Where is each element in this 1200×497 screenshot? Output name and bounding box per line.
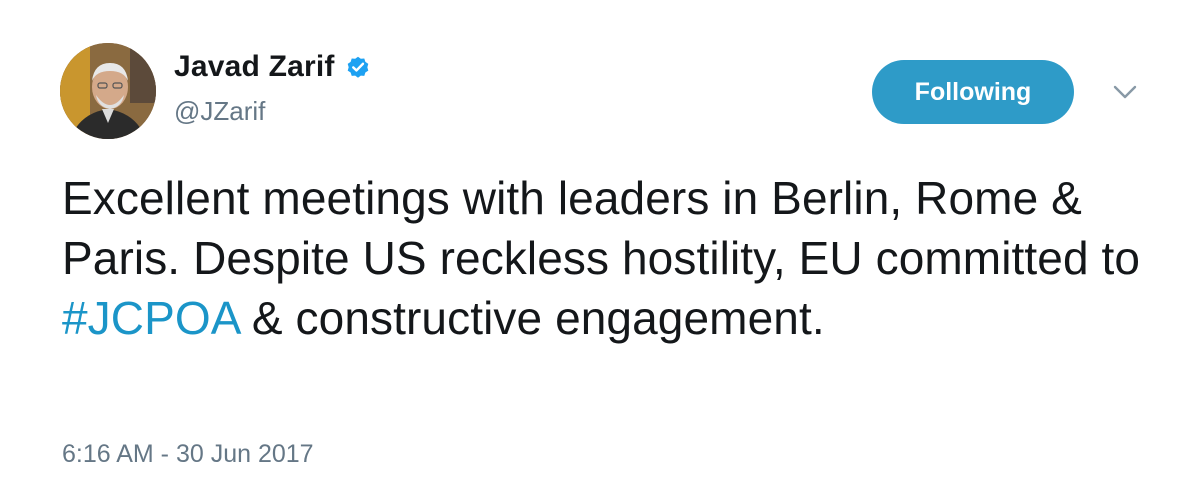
tweet-text-after: & constructive engagement. <box>239 292 825 344</box>
verified-badge-icon <box>345 54 371 80</box>
avatar[interactable] <box>60 43 156 139</box>
tweet-text-before: Excellent meetings with leaders in Berli… <box>62 172 1141 284</box>
tweet-text: Excellent meetings with leaders in Berli… <box>62 168 1152 348</box>
avatar-image <box>60 43 156 139</box>
tweet-timestamp[interactable]: 6:16 AM - 30 Jun 2017 <box>62 440 314 469</box>
user-handle[interactable]: @JZarif <box>174 96 265 127</box>
display-name[interactable]: Javad Zarif <box>174 50 335 84</box>
tweet-card: Javad Zarif @JZarif Following Excellent … <box>0 0 1200 497</box>
hashtag-link[interactable]: #JCPOA <box>62 292 239 344</box>
name-row: Javad Zarif <box>174 50 371 84</box>
following-button[interactable]: Following <box>872 60 1074 124</box>
chevron-down-icon[interactable] <box>1110 80 1140 104</box>
